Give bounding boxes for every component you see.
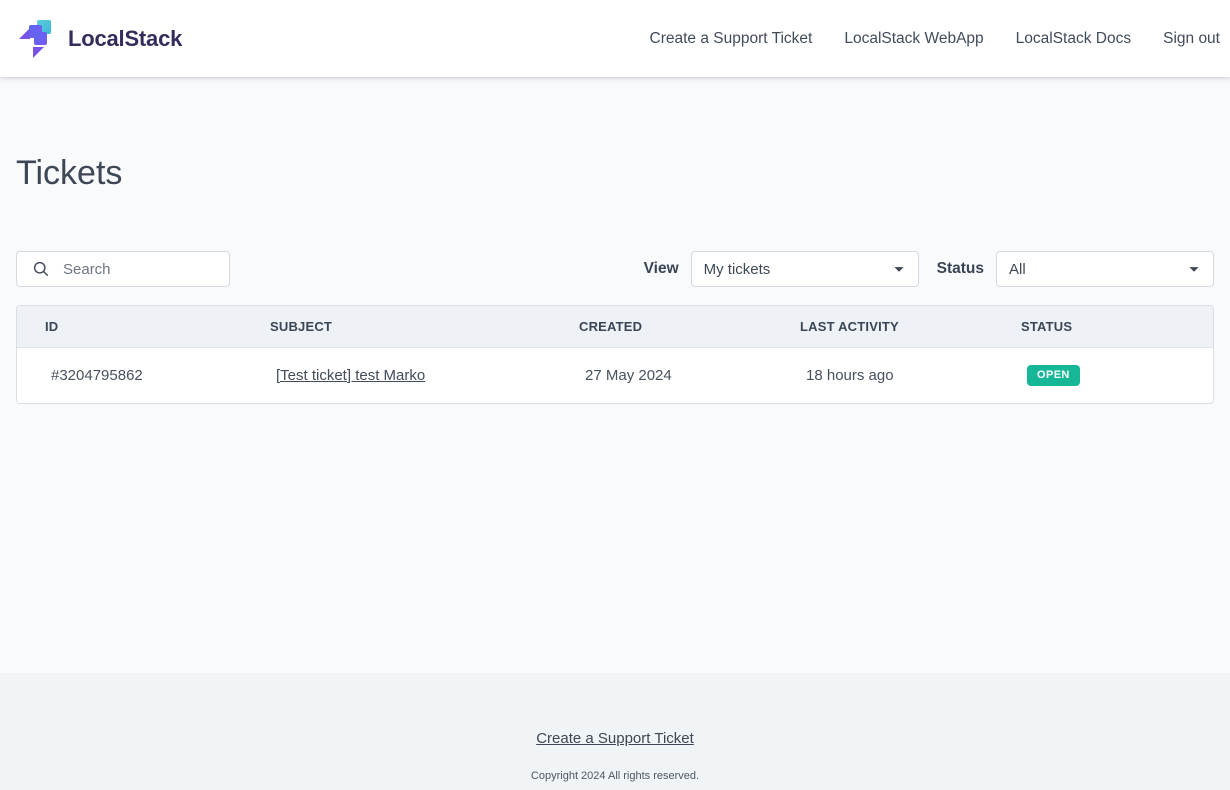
top-nav: Create a Support Ticket LocalStack WebAp…	[650, 30, 1220, 48]
page: LocalStack Create a Support Ticket Local…	[0, 0, 1230, 790]
nav-localstack-webapp[interactable]: LocalStack WebApp	[844, 30, 983, 48]
page-footer: Create a Support Ticket Copyright 2024 A…	[0, 673, 1230, 790]
localstack-logo[interactable]: LocalStack	[16, 17, 182, 61]
tickets-table: ID SUBJECT CREATED LAST ACTIVITY STATUS …	[16, 305, 1214, 404]
column-header-subject: SUBJECT	[242, 306, 551, 347]
page-title: Tickets	[16, 77, 1214, 194]
nav-localstack-docs[interactable]: LocalStack Docs	[1016, 30, 1131, 48]
app-header: LocalStack Create a Support Ticket Local…	[0, 0, 1230, 77]
filter-bar: View My tickets Status All	[16, 251, 1214, 287]
table-row: #3204795862 [Test ticket] test Marko 27 …	[17, 347, 1213, 403]
filter-group: View My tickets Status All	[644, 251, 1214, 287]
status-badge: OPEN	[1027, 365, 1080, 386]
ticket-id: #3204795862	[17, 347, 242, 403]
brand-name: LocalStack	[68, 26, 182, 52]
status-select-value: All	[1009, 261, 1026, 278]
column-header-last-activity: LAST ACTIVITY	[772, 306, 993, 347]
ticket-last-activity: 18 hours ago	[772, 347, 993, 403]
copyright-text: Copyright 2024 All rights reserved.	[0, 770, 1230, 782]
status-label: Status	[937, 260, 984, 278]
search-icon	[31, 259, 51, 279]
status-select[interactable]: All	[996, 251, 1214, 287]
caret-down-icon	[1183, 258, 1205, 280]
nav-sign-out[interactable]: Sign out	[1163, 30, 1220, 48]
view-label: View	[644, 260, 679, 278]
column-header-created: CREATED	[551, 306, 772, 347]
footer-create-support-ticket-link[interactable]: Create a Support Ticket	[536, 730, 694, 747]
search-input[interactable]	[51, 261, 229, 278]
ticket-created: 27 May 2024	[551, 347, 772, 403]
main-content: Tickets View My tickets Status	[0, 77, 1230, 673]
localstack-logo-icon	[16, 17, 58, 61]
ticket-subject-link[interactable]: [Test ticket] test Marko	[276, 367, 425, 384]
view-select[interactable]: My tickets	[691, 251, 919, 287]
column-header-status: STATUS	[993, 306, 1213, 347]
column-header-id: ID	[17, 306, 242, 347]
nav-create-support-ticket[interactable]: Create a Support Ticket	[650, 30, 813, 48]
view-select-value: My tickets	[704, 261, 771, 278]
table-header-row: ID SUBJECT CREATED LAST ACTIVITY STATUS	[17, 306, 1213, 347]
caret-down-icon	[888, 258, 910, 280]
search-box	[16, 251, 230, 287]
